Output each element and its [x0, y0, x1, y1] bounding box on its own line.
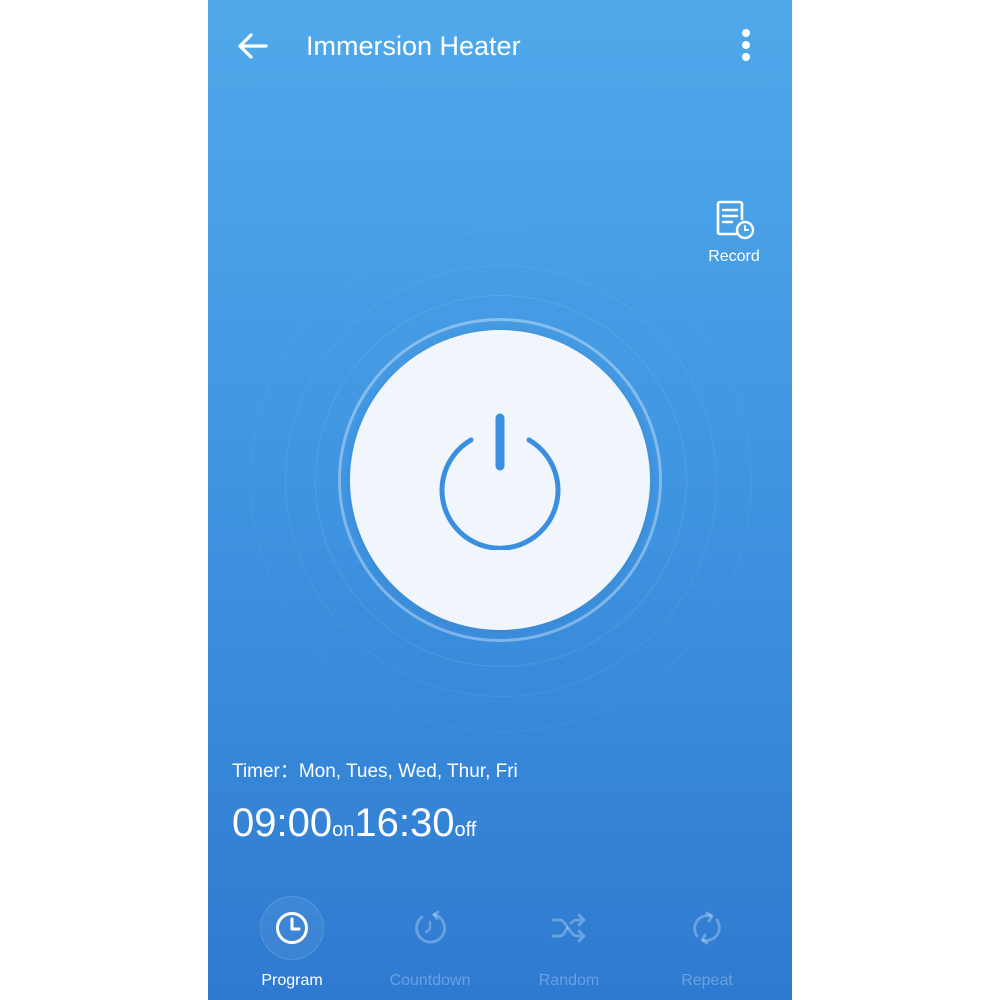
- nav-item-countdown[interactable]: Countdown: [360, 896, 500, 996]
- nav-label: Program: [261, 972, 323, 989]
- more-vertical-icon: [742, 29, 750, 61]
- nav-label: Random: [538, 972, 600, 989]
- nav-label: Countdown: [389, 972, 471, 989]
- nav-label: Repeat: [681, 972, 733, 989]
- app-screen: Immersion Heater Record Timer：Mon, Tues,…: [208, 0, 792, 1000]
- power-button[interactable]: [350, 330, 650, 630]
- timer-schedule: Timer：Mon, Tues, Wed, Thur, Fri: [232, 756, 518, 783]
- nav-item-random[interactable]: Random: [499, 896, 639, 996]
- off-time: 16:30: [354, 801, 455, 845]
- clock-icon: [276, 912, 308, 944]
- nav-icon-wrap: [260, 896, 324, 960]
- page-title: Immersion Heater: [306, 31, 521, 61]
- nav-icon-wrap: [398, 896, 462, 960]
- bottom-nav: Program Countdown Random Repeat: [208, 896, 792, 1000]
- top-bar: Immersion Heater: [208, 0, 792, 92]
- nav-item-repeat[interactable]: Repeat: [637, 896, 777, 996]
- timer-times: 09:00on16:30off: [232, 798, 476, 848]
- on-time: 09:00: [232, 801, 333, 845]
- record-document-clock-icon: [716, 200, 755, 240]
- shuffle-icon: [551, 913, 586, 943]
- repeat-icon: [693, 911, 721, 945]
- countdown-icon: [415, 910, 446, 944]
- nav-item-program[interactable]: Program: [222, 896, 362, 996]
- timer-label: Timer：: [232, 761, 299, 782]
- nav-icon-wrap: [675, 896, 739, 960]
- on-label: on: [332, 819, 355, 841]
- record-label: Record: [708, 248, 760, 265]
- nav-icon-wrap: [537, 896, 601, 960]
- more-menu-button[interactable]: [730, 22, 762, 68]
- record-button[interactable]: Record: [694, 198, 774, 286]
- back-button[interactable]: [230, 26, 274, 66]
- arrow-left-icon: [238, 33, 268, 59]
- timer-days: Mon, Tues, Wed, Thur, Fri: [298, 761, 518, 782]
- off-label: off: [454, 819, 477, 841]
- power-icon: [439, 413, 561, 550]
